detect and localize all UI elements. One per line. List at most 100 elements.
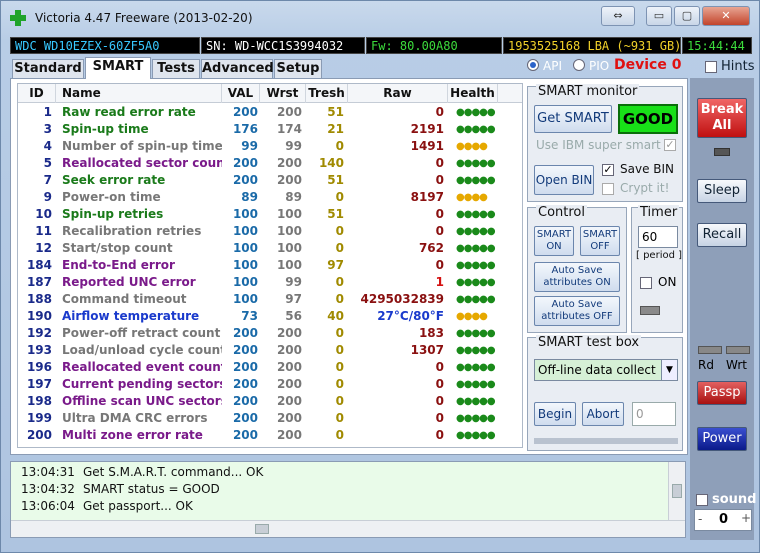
minimize-button[interactable]: ▭ — [646, 6, 672, 26]
row-tresh: 21 — [327, 122, 344, 136]
table-row[interactable]: 10 Spin-up retries 100 100 51 0 ●●●●● — [18, 206, 522, 223]
col-health[interactable]: Health — [448, 84, 498, 103]
api-radio[interactable] — [527, 59, 539, 71]
recall-button[interactable]: Recall — [697, 223, 747, 247]
stepper-minus-button[interactable]: - — [698, 512, 702, 526]
tab-smart[interactable]: SMART — [85, 57, 151, 79]
row-tresh: 0 — [335, 394, 344, 408]
restore-arrows-button[interactable]: ⇔ — [601, 6, 635, 26]
table-row[interactable]: 187 Reported UNC error 100 99 0 1 ●●●●● — [18, 274, 522, 291]
smart-test-group: SMART test box Off-line data collect ▼ B… — [527, 335, 683, 451]
timer-period-input[interactable]: 60 — [638, 226, 678, 248]
table-row[interactable]: 184 End-to-End error 100 100 97 0 ●●●●● — [18, 257, 522, 274]
table-row[interactable]: 3 Spin-up time 176 174 21 2191 ●●●●● — [18, 121, 522, 138]
row-id: 200 — [26, 428, 52, 442]
smart-status-badge: GOOD — [618, 104, 678, 134]
table-row[interactable]: 193 Load/unload cycle count 200 200 0 1307 ●●●… — [18, 342, 522, 359]
table-row[interactable]: 190 Airflow temperature 73 56 40 27°C/80°F ●●●… — [18, 308, 522, 325]
row-raw: 8197 — [410, 190, 444, 204]
table-row[interactable]: 188 Command timeout 100 97 0 4295032839 ●●●●● — [18, 291, 522, 308]
sound-checkbox[interactable] — [696, 494, 708, 506]
row-id: 1 — [43, 105, 52, 119]
table-row[interactable]: 11 Recalibration retries 100 100 0 0 ●●●●● — [18, 223, 522, 240]
stepper-plus-button[interactable]: + — [741, 511, 751, 525]
col-name[interactable]: Name — [56, 84, 222, 103]
table-row[interactable]: 200 Multi zone error rate 200 200 0 0 ●●●●● — [18, 427, 522, 444]
log-vertical-scrollbar[interactable] — [668, 462, 685, 520]
row-tresh: 0 — [335, 411, 344, 425]
row-tresh: 0 — [335, 343, 344, 357]
table-row[interactable]: 7 Seek error rate 200 200 51 0 ●●●●● — [18, 172, 522, 189]
hints-checkbox[interactable] — [705, 61, 717, 73]
table-row[interactable]: 196 Reallocated event count 200 200 0 0 ●●●●● — [18, 359, 522, 376]
row-raw: 0 — [435, 258, 444, 272]
maximize-button[interactable]: ▢ — [674, 6, 700, 26]
table-row[interactable]: 1 Raw read error rate 200 200 51 0 ●●●●● — [18, 104, 522, 121]
open-bin-button[interactable]: Open BIN — [534, 165, 594, 195]
col-wrst[interactable]: Wrst — [260, 84, 306, 103]
row-health: ●●●●● — [456, 158, 496, 169]
table-row[interactable]: 12 Start/stop count 100 100 0 762 ●●●●● — [18, 240, 522, 257]
test-type-value: Off-line data collect — [538, 363, 656, 377]
autosave-off-button[interactable]: Auto Save attributes OFF — [534, 296, 620, 326]
main-window: Victoria 4.47 Freeware (2013-02-20) ⇔ ▭ … — [0, 0, 760, 553]
table-row[interactable]: 198 Offline scan UNC sectors 200 200 0 0 ●●●●● — [18, 393, 522, 410]
hints-label: Hints — [721, 59, 755, 74]
tab-tests[interactable]: Tests — [152, 59, 200, 78]
row-health: ●●●● — [456, 141, 488, 152]
timer-on-checkbox[interactable] — [640, 277, 652, 289]
row-wrst: 56 — [285, 309, 302, 323]
row-wrst: 200 — [276, 326, 302, 340]
table-row[interactable]: 9 Power-on time 89 89 0 8197 ●●●● — [18, 189, 522, 206]
drive-lba: 1953525168 LBA (~931 GB) — [503, 37, 681, 54]
sound-stepper[interactable]: - 0 + — [694, 509, 752, 531]
begin-button[interactable]: Begin — [534, 402, 576, 426]
row-health: ●●●●● — [456, 277, 496, 288]
table-row[interactable]: 199 Ultra DMA CRC errors 200 200 0 0 ●●●●● — [18, 410, 522, 427]
close-button[interactable]: ✕ — [702, 6, 750, 26]
row-id: 193 — [26, 343, 52, 357]
get-smart-button[interactable]: Get SMART — [534, 105, 612, 133]
table-row[interactable]: 197 Current pending sectors 200 200 0 0 ●●●●● — [18, 376, 522, 393]
col-id[interactable]: ID — [18, 84, 56, 103]
col-val[interactable]: VAL — [222, 84, 260, 103]
power-button[interactable]: Power — [697, 427, 747, 451]
chevron-down-icon[interactable]: ▼ — [661, 360, 677, 380]
smart-off-button[interactable]: SMART OFF — [580, 226, 620, 256]
row-name: Recalibration retries — [62, 224, 202, 238]
row-wrst: 200 — [276, 156, 302, 170]
log-scroll-thumb[interactable] — [672, 484, 682, 498]
test-type-select[interactable]: Off-line data collect ▼ — [534, 359, 678, 381]
test-progress-field[interactable]: 0 — [632, 402, 676, 426]
timer-group: Timer 60 [ period ] ON — [631, 205, 683, 333]
row-name: Spin-up time — [62, 122, 149, 136]
abort-button[interactable]: Abort — [582, 402, 624, 426]
drive-serial: SN: WD-WCC1S3994032 — [201, 37, 365, 54]
sleep-button[interactable]: Sleep — [697, 179, 747, 203]
timer-title: Timer — [638, 205, 680, 220]
autosave-on-button[interactable]: Auto Save attributes ON — [534, 262, 620, 292]
row-health: ●●●● — [456, 192, 488, 203]
smart-on-button[interactable]: SMART ON — [534, 226, 574, 256]
row-wrst: 99 — [285, 275, 302, 289]
save-bin-checkbox[interactable]: ✓ — [602, 164, 614, 176]
table-row[interactable]: 192 Power-off retract count 200 200 0 183 ●●●●… — [18, 325, 522, 342]
tab-advanced[interactable]: Advanced — [201, 59, 274, 78]
log-time: 13:04:31 — [21, 465, 75, 479]
tab-standard[interactable]: Standard — [12, 59, 84, 78]
log-hscroll-thumb[interactable] — [255, 524, 269, 534]
passp-button[interactable]: Passp — [697, 381, 747, 405]
col-raw[interactable]: Raw — [348, 84, 448, 103]
row-raw: 0 — [435, 224, 444, 238]
use-ibm-checkbox[interactable]: ✓ — [664, 139, 676, 151]
col-tresh[interactable]: Tresh — [306, 84, 348, 103]
row-wrst: 200 — [276, 343, 302, 357]
break-all-button[interactable]: Break All — [697, 98, 747, 138]
table-row[interactable]: 4 Number of spin-up times 99 99 0 1491 ●●●● — [18, 138, 522, 155]
tab-setup[interactable]: Setup — [274, 59, 322, 78]
pio-radio[interactable] — [573, 59, 585, 71]
row-id: 198 — [26, 394, 52, 408]
log-horizontal-scrollbar[interactable] — [11, 520, 685, 537]
table-row[interactable]: 5 Reallocated sector count 200 200 140 0 ●●●●● — [18, 155, 522, 172]
crypt-checkbox[interactable] — [602, 183, 614, 195]
